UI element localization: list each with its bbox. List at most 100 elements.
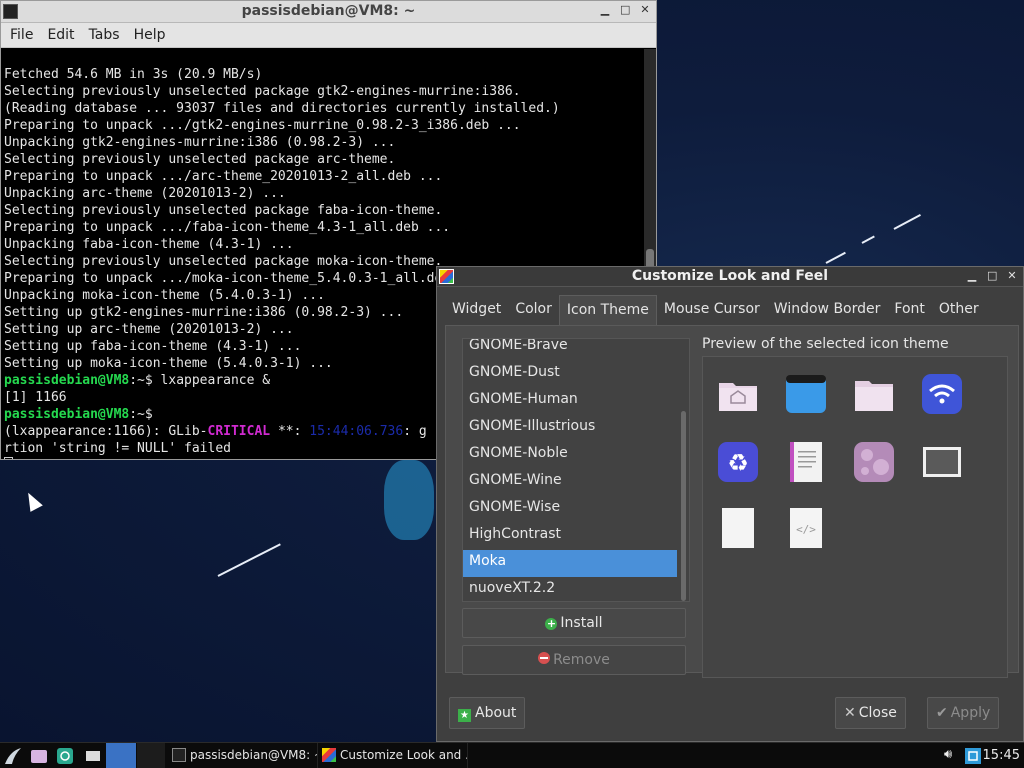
icon-theme-panel: GNOME-Brave GNOME-Dust GNOME-Human GNOME… [445,325,1019,678]
svg-text:</>: </> [796,523,816,536]
dialog-title: Customize Look and Feel [631,268,829,284]
wallpaper-streak [893,214,921,230]
wallpaper-streak [825,251,846,264]
remove-icon [538,652,551,664]
task-label: passisdebian@VM8: ~ [190,748,318,762]
apply-button[interactable]: ✔ Apply [927,697,1000,729]
code-file-icon: </> [790,508,822,548]
tab-window-border[interactable]: Window Border [767,295,888,325]
terminal-titlebar[interactable]: passisdebian@VM8: ~ ▁ □ ✕ [1,1,656,23]
install-label: Install [560,615,603,631]
error-tail: : g [403,424,427,439]
menu-edit[interactable]: Edit [40,27,81,43]
error-mid: **: [270,424,310,439]
maximize-icon[interactable]: □ [620,3,630,16]
icon-theme-list[interactable]: GNOME-Brave GNOME-Dust GNOME-Human GNOME… [462,338,690,602]
tab-font[interactable]: Font [887,295,931,325]
list-item[interactable]: GNOME-Wise [463,496,677,523]
plus-icon: + [545,617,558,630]
wallpaper-streak [861,235,875,244]
list-item[interactable]: GNOME-Noble [463,442,677,469]
terminal-line: Fetched 54.6 MB in 3s (20.9 MB/s) [4,67,263,82]
minimize-icon[interactable]: ▁ [600,3,610,16]
list-item[interactable]: GNOME-Dust [463,361,677,388]
terminal-line: (Reading database ... 93037 files and di… [4,101,560,116]
list-item[interactable]: GNOME-Brave [463,339,677,361]
apply-label: Apply [950,705,991,721]
prompt-user: passisdebian@VM8 [4,407,130,422]
terminal-line: Unpacking faba-icon-theme (4.3-1) ... [4,237,294,252]
terminal-menubar: File Edit Tabs Help [1,23,656,48]
list-item[interactable]: GNOME-Wine [463,469,677,496]
maximize-icon[interactable]: □ [987,269,997,282]
terminal-line: Preparing to unpack .../faba-icon-theme_… [4,220,451,235]
show-desktop-icon[interactable] [84,747,102,765]
dialog-titlebar[interactable]: Customize Look and Feel ▁ □ ✕ [437,267,1023,287]
list-item-selected[interactable]: Moka [463,550,677,577]
prompt-command: :~$ lxappearance & [129,373,271,388]
terminal-title: passisdebian@VM8: ~ [241,3,416,19]
menu-file[interactable]: File [3,27,40,43]
prompt-command: :~$ [129,407,153,422]
text-document-icon [790,442,822,482]
taskbar-customize[interactable]: Customize Look and ... [318,743,468,768]
prompt-user: passisdebian@VM8 [4,373,130,388]
tab-widget[interactable]: Widget [445,295,508,325]
wifi-icon [922,374,962,414]
list-scrollbar[interactable] [681,411,686,601]
icon-preview-area: ♻ </> [702,356,1008,678]
taskbar-terminal[interactable]: passisdebian@VM8: ~ [168,743,318,768]
text-cursor [4,457,13,459]
workspace-1[interactable] [106,743,136,768]
list-item[interactable]: HighContrast [463,523,677,550]
task-label: Customize Look and ... [340,748,468,762]
list-item[interactable]: GNOME-Illustrious [463,415,677,442]
close-icon[interactable]: ✕ [640,3,650,16]
close-button[interactable]: ✕ Close [835,697,906,729]
check-icon: ✔ [936,705,948,721]
clock[interactable]: 15:45 [983,748,1020,763]
desktop-icon [786,375,826,413]
menu-tabs[interactable]: Tabs [82,27,127,43]
error-time: 15:44:06.736 [309,424,404,439]
minimize-icon[interactable]: ▁ [967,269,977,282]
file-manager-icon[interactable] [30,747,48,765]
install-button[interactable]: + Install [462,608,686,638]
browser-icon[interactable] [56,747,74,765]
tab-mouse-cursor[interactable]: Mouse Cursor [657,295,767,325]
customize-dialog[interactable]: Customize Look and Feel ▁ □ ✕ Widget Col… [436,266,1024,742]
star-icon: ★ [458,709,471,722]
about-button[interactable]: ★ About [449,697,526,729]
volume-icon[interactable]: 🔊︎ [944,747,952,762]
terminal-line: Selecting previously unselected package … [4,203,443,218]
network-icon[interactable] [964,747,982,765]
workspace-2[interactable] [137,743,165,768]
tab-bar: Widget Color Icon Theme Mouse Cursor Win… [445,295,986,325]
close-x-icon: ✕ [844,705,856,721]
close-icon[interactable]: ✕ [1007,269,1017,282]
remove-label: Remove [553,652,610,668]
taskbar: passisdebian@VM8: ~ Customize Look and .… [0,742,1024,768]
terminal-line: Preparing to unpack .../arc-theme_202010… [4,169,443,184]
error-critical: CRITICAL [207,424,271,439]
list-item[interactable]: nuoveXT.2.2 [463,577,677,601]
image-icon [854,442,894,482]
menu-help[interactable]: Help [127,27,173,43]
tab-color[interactable]: Color [508,295,559,325]
tab-icon-theme[interactable]: Icon Theme [558,295,657,325]
terminal-line: Selecting previously unselected package … [4,152,396,167]
wallpaper-shape [384,460,434,540]
folder-icon [855,381,893,411]
wallpaper-streak [217,543,281,577]
tab-other[interactable]: Other [932,295,986,325]
list-item[interactable]: GNOME-Human [463,388,677,415]
start-menu-icon[interactable] [4,747,22,765]
terminal-line: Unpacking gtk2-engines-murrine:i386 (0.9… [4,135,396,150]
terminal-line: Unpacking arc-theme (20201013-2) ... [4,186,286,201]
lxappearance-icon [322,748,336,762]
trash-icon: ♻ [718,442,758,482]
about-label: About [475,705,517,721]
monitor-icon [923,447,961,477]
remove-button[interactable]: Remove [462,645,686,675]
svg-text:♻: ♻ [727,449,749,477]
